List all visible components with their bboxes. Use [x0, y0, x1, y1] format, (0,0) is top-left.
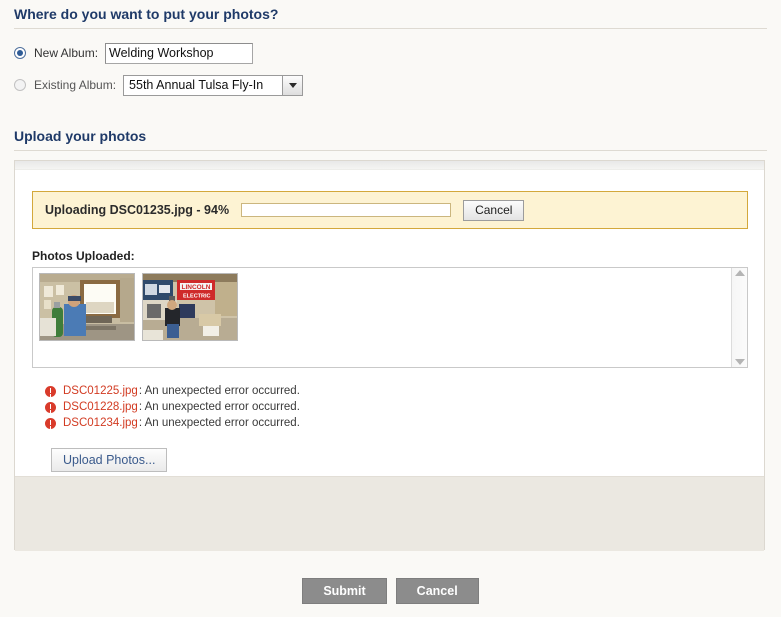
error-icon	[45, 417, 56, 429]
chevron-down-icon[interactable]	[282, 75, 303, 95]
error-message: : An unexpected error occurred.	[138, 385, 300, 397]
existing-album-label: Existing Album:	[34, 78, 117, 92]
page-title: Where do you want to put your photos?	[14, 6, 279, 22]
list-item: DSC01225.jpg : An unexpected error occur…	[45, 383, 300, 399]
upload-panel-footer	[15, 476, 764, 551]
error-message: : An unexpected error occurred.	[138, 401, 300, 413]
album-chooser-form: New Album: Existing Album: 55th Annual T…	[0, 38, 781, 102]
new-album-row: New Album:	[0, 38, 781, 68]
upload-panel-body: Uploading DSC01235.jpg - 94% Cancel Phot…	[15, 170, 764, 476]
error-file-name: DSC01234.jpg	[63, 417, 138, 429]
panel-top-bar	[15, 161, 764, 170]
list-item: DSC01228.jpg : An unexpected error occur…	[45, 399, 300, 415]
error-icon	[45, 385, 56, 397]
error-file-name: DSC01228.jpg	[63, 401, 138, 413]
upload-error-list: DSC01225.jpg : An unexpected error occur…	[45, 383, 300, 431]
new-album-radio[interactable]	[14, 47, 26, 59]
thumbnail-container: LINCOLN ELECTRIC	[33, 268, 731, 367]
uploading-status-box: Uploading DSC01235.jpg - 94% Cancel	[32, 191, 748, 229]
error-message: : An unexpected error occurred.	[138, 417, 300, 429]
existing-album-selected-value: 55th Annual Tulsa Fly-In	[129, 77, 264, 92]
form-actions: Submit Cancel	[0, 578, 781, 604]
upload-section-header: Upload your photos	[0, 128, 781, 151]
upload-photos-button[interactable]: Upload Photos...	[51, 448, 168, 472]
new-album-name-input[interactable]	[105, 42, 254, 64]
svg-text:ELECTRIC: ELECTRIC	[183, 294, 211, 300]
photos-list-scrollbar[interactable]	[731, 268, 747, 367]
error-file-name: DSC01225.jpg	[63, 385, 138, 397]
photos-uploaded-list[interactable]: LINCOLN ELECTRIC	[32, 267, 748, 368]
upload-progress-bar	[241, 203, 452, 217]
submit-button[interactable]: Submit	[302, 578, 387, 604]
scroll-up-icon[interactable]	[734, 270, 745, 276]
destination-section: Where do you want to put your photos?	[0, 6, 781, 29]
heading-divider	[14, 28, 767, 29]
list-item: DSC01234.jpg : An unexpected error occur…	[45, 415, 300, 431]
existing-album-radio[interactable]	[14, 79, 26, 91]
scroll-down-icon[interactable]	[734, 359, 745, 365]
upload-heading-divider	[14, 150, 767, 151]
uploading-status-text: Uploading DSC01235.jpg - 94%	[45, 203, 230, 217]
cancel-upload-button[interactable]: Cancel	[463, 199, 525, 221]
photos-uploaded-label: Photos Uploaded:	[32, 249, 135, 263]
new-album-label: New Album:	[34, 46, 99, 60]
error-icon	[45, 401, 56, 413]
existing-album-select[interactable]: 55th Annual Tulsa Fly-In	[123, 74, 304, 96]
photo-thumbnail[interactable]: LINCOLN ELECTRIC	[142, 273, 238, 341]
cancel-button[interactable]: Cancel	[395, 578, 479, 604]
svg-text:LINCOLN: LINCOLN	[182, 284, 211, 291]
existing-album-row: Existing Album: 55th Annual Tulsa Fly-In	[0, 68, 781, 102]
upload-section-title: Upload your photos	[14, 128, 147, 144]
upload-panel: Uploading DSC01235.jpg - 94% Cancel Phot…	[14, 160, 765, 551]
photo-thumbnail[interactable]	[39, 273, 135, 341]
